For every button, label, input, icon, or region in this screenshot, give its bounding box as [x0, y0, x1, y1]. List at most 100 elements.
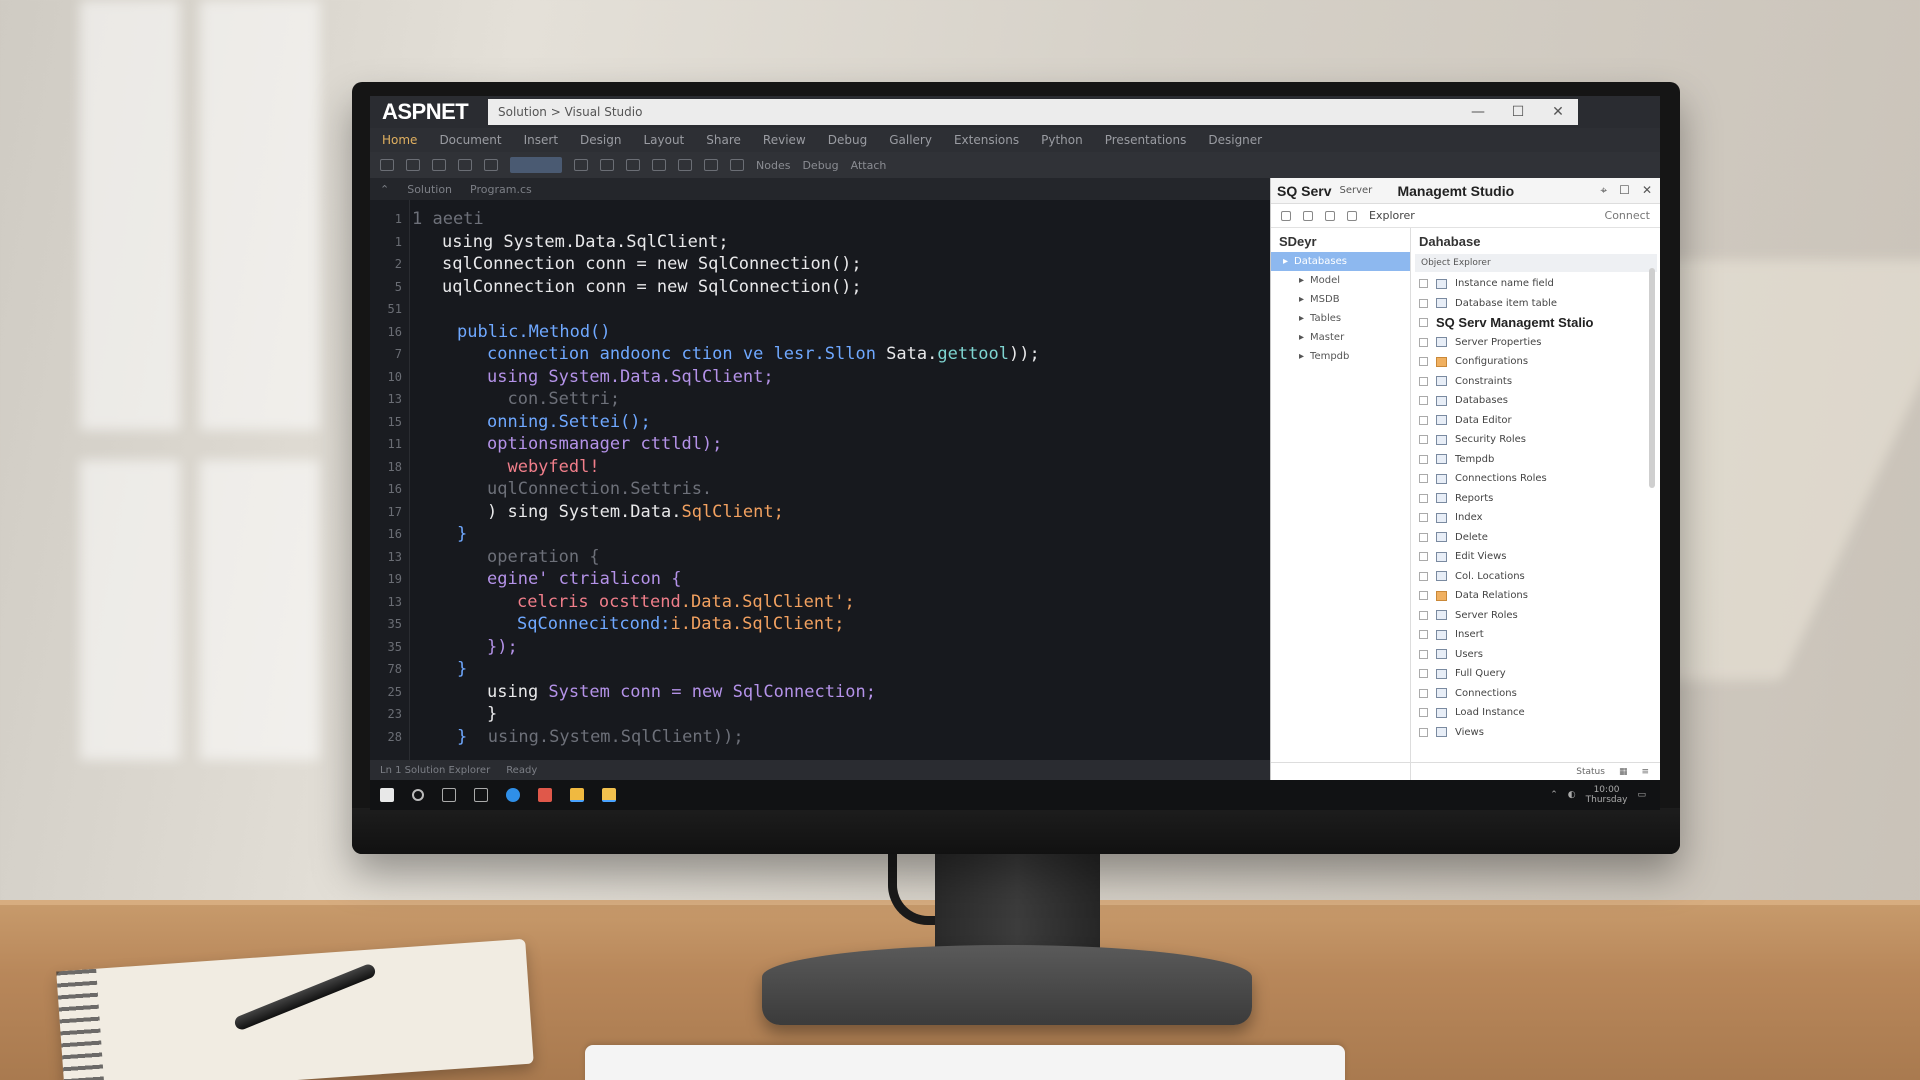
row-checkbox[interactable] — [1419, 591, 1428, 601]
code-line[interactable]: 16 public.Method() — [370, 321, 1270, 343]
database-row[interactable]: Views — [1411, 723, 1660, 743]
database-row[interactable]: Constraints — [1411, 372, 1660, 392]
database-row[interactable]: Server Properties — [1411, 333, 1660, 353]
row-checkbox[interactable] — [1419, 532, 1428, 542]
row-checkbox[interactable] — [1419, 279, 1428, 289]
code-line[interactable]: 16} — [370, 523, 1270, 545]
pin-icon[interactable]: ⌖ — [1600, 183, 1607, 198]
tree-item[interactable]: ▸ MSDB — [1271, 290, 1410, 309]
code-line[interactable]: 15 onning.Settei(); — [370, 411, 1270, 433]
stop-icon[interactable] — [1347, 210, 1357, 221]
search-icon[interactable] — [412, 789, 424, 801]
database-row[interactable]: Databases — [1411, 391, 1660, 411]
tree-item[interactable]: ▸ Master — [1271, 328, 1410, 347]
code-line[interactable]: 16 uqlConnection.Settris. — [370, 478, 1270, 500]
back-icon[interactable] — [1281, 210, 1291, 221]
code-line[interactable]: 2 sqlConnection conn = new SqlConnection(… — [370, 253, 1270, 275]
close-button[interactable]: ✕ — [1538, 99, 1578, 125]
row-checkbox[interactable] — [1419, 474, 1428, 484]
code-line[interactable]: 1 using System.Data.SqlClient; — [370, 231, 1270, 253]
app-icon[interactable] — [538, 788, 552, 802]
ssms-toolbar-label[interactable]: Explorer — [1369, 209, 1415, 222]
toolbar-label-debug[interactable]: Debug — [802, 159, 838, 172]
database-row[interactable]: Col. Locations — [1411, 567, 1660, 587]
tree-item[interactable]: ▸ Model — [1271, 271, 1410, 290]
toolbar-label-nodes[interactable]: Nodes — [756, 159, 790, 172]
code-line[interactable]: 7 connection andoonc ction ve lesr.Sllon … — [370, 343, 1270, 365]
chevron-right-icon[interactable]: ▸ — [1299, 313, 1304, 324]
maximize-button[interactable]: ☐ — [1498, 99, 1538, 125]
menu-presentations[interactable]: Presentations — [1105, 133, 1187, 147]
row-checkbox[interactable] — [1419, 454, 1428, 464]
ssms-connect-label[interactable]: Connect — [1605, 209, 1660, 222]
database-row[interactable]: SQ Serv Managemt Stalio — [1411, 313, 1660, 333]
database-row[interactable]: Connections — [1411, 684, 1660, 704]
undo-icon[interactable] — [380, 159, 394, 171]
clock[interactable]: 10:00 Thursday — [1586, 785, 1628, 805]
database-row[interactable]: Reports — [1411, 489, 1660, 509]
step-icon[interactable] — [626, 159, 640, 171]
code-line[interactable]: 19 egine' ctrialicon { — [370, 568, 1270, 590]
database-row[interactable]: Connections Roles — [1411, 469, 1660, 489]
code-line[interactable]: 25 using System conn = new SqlConnection; — [370, 681, 1270, 703]
row-checkbox[interactable] — [1419, 610, 1428, 620]
redo-icon[interactable] — [406, 159, 420, 171]
code-line[interactable]: 10 using System.Data.SqlClient; — [370, 366, 1270, 388]
menu-design[interactable]: Design — [580, 133, 621, 147]
row-checkbox[interactable] — [1419, 396, 1428, 406]
code-line[interactable]: 5 uqlConnection conn = new SqlConnection(… — [370, 276, 1270, 298]
format-icon[interactable] — [704, 159, 718, 171]
task-view-icon[interactable] — [442, 788, 456, 802]
menu-gallery[interactable]: Gallery — [889, 133, 932, 147]
config-dropdown[interactable] — [510, 157, 562, 173]
database-row[interactable]: Configurations — [1411, 352, 1660, 372]
menu-review[interactable]: Review — [763, 133, 806, 147]
browser-icon[interactable] — [506, 788, 520, 802]
scrollbar[interactable] — [1649, 268, 1655, 488]
menu-share[interactable]: Share — [706, 133, 741, 147]
database-row[interactable]: Edit Views — [1411, 547, 1660, 567]
menu-document[interactable]: Document — [439, 133, 501, 147]
code-line[interactable]: 35 SqConnecitcond:i.Data.SqlClient; — [370, 613, 1270, 635]
menu-layout[interactable]: Layout — [643, 133, 684, 147]
row-checkbox[interactable] — [1419, 376, 1428, 386]
paint-icon[interactable] — [458, 159, 472, 171]
row-checkbox[interactable] — [1419, 337, 1428, 347]
row-checkbox[interactable] — [1419, 298, 1428, 308]
database-row[interactable]: Users — [1411, 645, 1660, 665]
breakpoint-icon[interactable] — [652, 159, 666, 171]
chevron-right-icon[interactable]: ▸ — [1283, 256, 1288, 267]
row-checkbox[interactable] — [1419, 571, 1428, 581]
list-icon[interactable]: ≡ — [1641, 767, 1649, 777]
menu-debug[interactable]: Debug — [828, 133, 867, 147]
code-line[interactable]: 1 1 aeeti — [370, 208, 1270, 230]
toolbar-label-attach[interactable]: Attach — [851, 159, 887, 172]
row-checkbox[interactable] — [1419, 513, 1428, 523]
database-row[interactable]: Delete — [1411, 528, 1660, 548]
code-line[interactable]: 18 webyfedl! — [370, 456, 1270, 478]
tab-program[interactable]: Program.cs — [470, 183, 532, 196]
code-line[interactable]: 23} — [370, 703, 1270, 725]
row-checkbox[interactable] — [1419, 318, 1428, 328]
row-checkbox[interactable] — [1419, 435, 1428, 445]
code-line[interactable]: 51 — [370, 298, 1270, 320]
row-checkbox[interactable] — [1419, 630, 1428, 640]
minimize-button[interactable]: — — [1458, 99, 1498, 125]
row-checkbox[interactable] — [1419, 552, 1428, 562]
database-row[interactable]: Database item table — [1411, 294, 1660, 314]
database-row[interactable]: Data Relations — [1411, 586, 1660, 606]
tab-solution[interactable]: Solution — [407, 183, 452, 196]
folder-icon[interactable] — [602, 788, 616, 802]
code-line[interactable]: 28} using.System.SqlClient)); — [370, 726, 1270, 748]
code-line[interactable]: 13 celcris ocsttend.Data.SqlClient'; — [370, 591, 1270, 613]
notification-icon[interactable]: ▭ — [1637, 790, 1646, 800]
start-icon[interactable] — [380, 788, 394, 802]
save-icon[interactable] — [484, 159, 498, 171]
code-line[interactable]: 13 operation { — [370, 546, 1270, 568]
store-icon[interactable] — [474, 788, 488, 802]
code-line[interactable]: 13 con.Settri; — [370, 388, 1270, 410]
row-checkbox[interactable] — [1419, 415, 1428, 425]
code-line[interactable]: 78} — [370, 658, 1270, 680]
database-row[interactable]: Tempdb — [1411, 450, 1660, 470]
database-row[interactable]: Server Roles — [1411, 606, 1660, 626]
